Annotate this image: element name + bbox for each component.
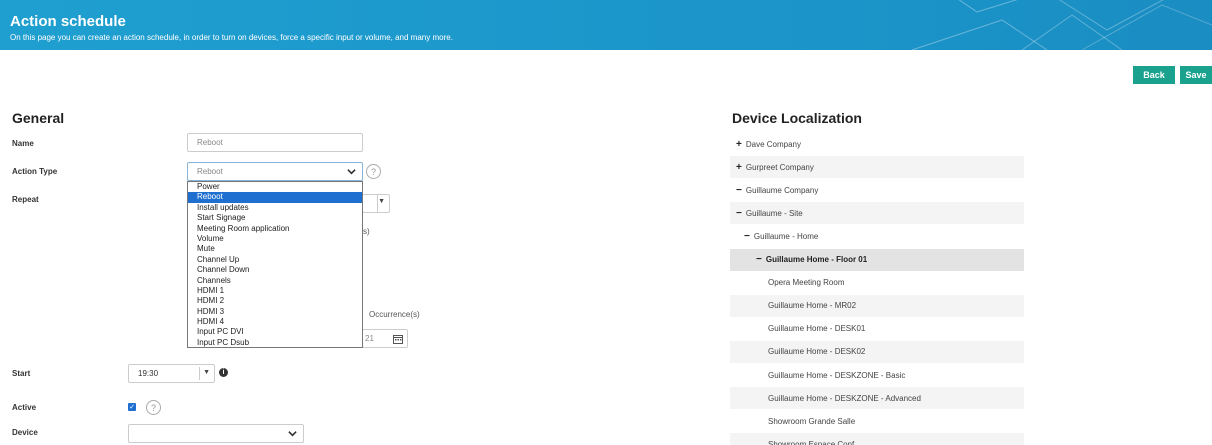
expand-icon[interactable]: + xyxy=(736,162,742,173)
repeat-label: Repeat xyxy=(12,195,39,204)
page-title: Action schedule xyxy=(10,13,126,30)
collapse-icon[interactable]: − xyxy=(756,254,762,265)
tree-item[interactable]: − Guillaume Company xyxy=(730,179,1024,201)
save-button[interactable]: Save xyxy=(1180,66,1212,84)
tree-item-label: Guillaume Home - DESK01 xyxy=(768,324,866,334)
tree-item-label: Guillaume Home - DESKZONE - Advanced xyxy=(768,393,921,403)
action-option[interactable]: Power xyxy=(188,182,362,192)
action-option[interactable]: HDMI 2 xyxy=(188,296,362,306)
action-option[interactable]: Start Signage xyxy=(188,213,362,223)
action-option[interactable]: Channel Up xyxy=(188,255,362,265)
repeat-unit-select[interactable]: ▼ xyxy=(362,194,390,213)
check-icon: ✓ xyxy=(129,404,135,411)
action-type-dropdown[interactable]: Power Reboot Install updates Start Signage M… xyxy=(187,181,363,348)
tree-item[interactable]: + Gurpreet Company xyxy=(730,156,1024,179)
tree-item[interactable]: Showroom Espace Conf xyxy=(730,433,1024,445)
tree-item-label: Guillaume - Site xyxy=(745,208,803,218)
active-checkbox[interactable]: ✓ xyxy=(128,403,136,411)
tree-item-label: Guillaume Home - DESK02 xyxy=(768,347,866,357)
tree-item-label: Opera Meeting Room xyxy=(768,278,845,288)
tree-item-label: Dave Company xyxy=(745,139,801,149)
action-option[interactable]: HDMI 4 xyxy=(188,317,362,327)
start-label: Start xyxy=(12,369,31,378)
device-select[interactable] xyxy=(128,424,304,443)
action-option[interactable]: Install updates xyxy=(188,203,362,213)
name-label: Name xyxy=(12,139,34,148)
device-label: Device xyxy=(12,428,38,437)
header-decoration xyxy=(911,0,1212,50)
action-option[interactable]: Meeting Room application xyxy=(188,224,362,234)
chevron-down-icon xyxy=(347,167,356,178)
general-title: General xyxy=(12,110,65,126)
action-option[interactable]: Channel Down xyxy=(188,265,362,275)
collapse-icon[interactable]: − xyxy=(736,185,742,196)
active-label: Active xyxy=(12,403,37,412)
tree-item[interactable]: Guillaume Home - DESKZONE - Basic xyxy=(730,364,1024,386)
action-option[interactable]: Reboot xyxy=(188,192,362,203)
tree-item[interactable]: Guillaume Home - DESKZONE - Advanced xyxy=(730,387,1024,410)
tree-item[interactable]: Opera Meeting Room xyxy=(730,272,1024,294)
occurrences-label: Occurrence(s) xyxy=(369,310,420,319)
page-subtitle: On this page you can create an action sc… xyxy=(10,33,453,42)
tree-item-label: Showroom Grande Salle xyxy=(768,416,856,426)
tree-item[interactable]: − Guillaume - Site xyxy=(730,202,1024,225)
page-header: Action schedule On this page you can cre… xyxy=(0,0,1212,50)
start-time-input[interactable]: 19:30 ▼ xyxy=(128,364,215,383)
name-value: Reboot xyxy=(197,138,223,147)
action-type-value: Reboot xyxy=(197,167,223,176)
info-circle-icon[interactable]: i xyxy=(219,368,228,377)
collapse-icon[interactable]: − xyxy=(736,208,742,219)
tree-item-label: Guillaume Home - DESKZONE - Basic xyxy=(768,370,906,380)
tree-item[interactable]: − Guillaume - Home xyxy=(730,225,1024,247)
tree-item-label: Guillaume - Home xyxy=(753,231,819,241)
tree-item[interactable]: − Guillaume Home - Floor 01 xyxy=(730,248,1024,271)
action-option[interactable]: HDMI 3 xyxy=(188,307,362,317)
chevron-down-icon xyxy=(288,429,297,440)
caret-down-icon: ▼ xyxy=(203,369,210,376)
action-option[interactable]: Mute xyxy=(188,244,362,254)
end-date-input[interactable]: 21 xyxy=(362,329,408,348)
caret-down-icon: ▼ xyxy=(378,198,385,205)
calendar-icon[interactable] xyxy=(393,334,403,346)
end-date-value: 21 xyxy=(365,334,374,343)
repeat-parenthetical: s) xyxy=(363,227,370,236)
action-type-label: Action Type xyxy=(12,167,58,176)
device-localization-title: Device Localization xyxy=(732,110,862,126)
action-option[interactable]: Input PC DVI xyxy=(188,327,362,337)
tree-item-label: Guillaume Home - MR02 xyxy=(768,301,857,311)
action-option[interactable]: Volume xyxy=(188,234,362,244)
start-time-value: 19:30 xyxy=(138,369,159,378)
action-option[interactable]: Input PC Dsub xyxy=(188,338,362,348)
back-button[interactable]: Back xyxy=(1133,66,1175,84)
tree-item[interactable]: Guillaume Home - MR02 xyxy=(730,294,1024,317)
tree-item-label: Showroom Espace Conf xyxy=(768,439,855,445)
tree-item[interactable]: Guillaume Home - DESK02 xyxy=(730,340,1024,363)
action-type-select[interactable]: Reboot xyxy=(187,162,363,181)
action-option[interactable]: HDMI 1 xyxy=(188,286,362,296)
tree-item[interactable]: Guillaume Home - DESK01 xyxy=(730,318,1024,340)
tree-item[interactable]: Showroom Grande Salle xyxy=(730,410,1024,432)
name-input[interactable]: Reboot xyxy=(187,133,363,152)
action-option[interactable]: Channels xyxy=(188,276,362,286)
question-circle-icon[interactable]: ? xyxy=(146,400,161,415)
tree-item[interactable]: + Dave Company xyxy=(730,133,1024,155)
collapse-icon[interactable]: − xyxy=(744,231,750,242)
tree-item-label: Guillaume Home - Floor 01 xyxy=(765,255,868,264)
tree-item-label: Guillaume Company xyxy=(745,185,819,195)
tree-item-label: Gurpreet Company xyxy=(745,162,814,172)
question-circle-icon[interactable]: ? xyxy=(366,164,381,179)
expand-icon[interactable]: + xyxy=(736,139,742,150)
